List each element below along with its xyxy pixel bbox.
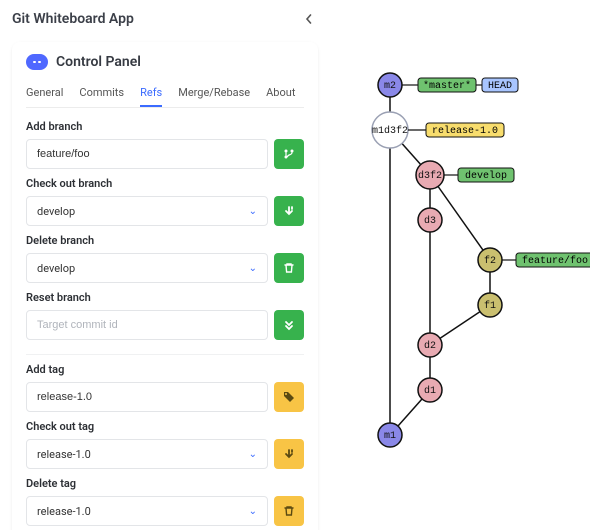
chevron-down-icon: ⌄ [249,506,257,517]
sidebar: Git Whiteboard App Control Panel General… [0,0,330,530]
svg-text:d3: d3 [424,215,436,227]
delete-branch-label: Delete branch [26,234,304,247]
delete-branch-button[interactable] [274,253,304,283]
tab-general[interactable]: General [26,80,63,107]
add-branch-input[interactable] [26,139,268,169]
commit-d3[interactable]: d3 [418,208,442,232]
svg-text:m1: m1 [384,431,396,442]
checkout-branch-button[interactable] [274,196,304,226]
chevron-double-down-icon [283,319,295,331]
delete-tag-button[interactable] [274,496,304,526]
reset-branch-label: Reset branch [26,291,304,304]
delete-branch-select[interactable]: develop ⌄ [26,253,268,283]
add-branch-label: Add branch [26,120,304,133]
svg-text:feature/foo: feature/foo [522,255,588,267]
checkout-tag-select[interactable]: release-1.0 ⌄ [26,439,268,469]
svg-text:*master*: *master* [423,80,471,92]
tab-refs[interactable]: Refs [140,80,162,107]
svg-text:d2: d2 [424,340,436,352]
svg-text:release-1.0: release-1.0 [432,125,498,137]
tab-about[interactable]: About [266,80,295,107]
app-title: Git Whiteboard App [12,11,134,27]
branch-icon [283,148,295,160]
chevron-down-icon: ⌄ [249,263,257,274]
commit-d2[interactable]: d2 [418,333,442,357]
divider [26,354,304,355]
svg-text:d1: d1 [424,385,436,397]
arrow-down-icon [283,448,295,460]
commit-m2[interactable]: m2 [378,73,402,97]
delete-tag-label: Delete tag [26,477,304,490]
chevron-down-icon: ⌄ [249,449,257,460]
panel-badge-icon [26,54,48,70]
svg-text:d3f2: d3f2 [418,170,442,182]
commit-f1[interactable]: f1 [478,293,502,317]
tab-merge-rebase[interactable]: Merge/Rebase [178,80,250,107]
svg-text:develop: develop [465,170,507,182]
ref-chip[interactable]: develop [458,168,514,182]
collapse-sidebar-button[interactable] [300,10,318,28]
ref-chip[interactable]: *master* [418,78,476,92]
arrow-down-icon [283,205,295,217]
graph-canvas[interactable]: m2m1d3f2d3f2d3f2f1d2d1m1*master*HEADrele… [330,0,590,530]
tabs: General Commits Refs Merge/Rebase About [26,80,304,108]
checkout-branch-select[interactable]: develop ⌄ [26,196,268,226]
panel-title: Control Panel [56,54,141,70]
trash-icon [283,262,295,274]
ref-chip[interactable]: feature/foo [516,253,590,267]
commit-m1[interactable]: m1 [378,423,402,447]
delete-tag-select[interactable]: release-1.0 ⌄ [26,496,268,526]
svg-text:HEAD: HEAD [488,81,512,92]
chevron-down-icon: ⌄ [249,206,257,217]
tag-icon [283,391,295,403]
svg-text:m2: m2 [384,81,396,92]
add-tag-label: Add tag [26,363,304,376]
control-panel: Control Panel General Commits Refs Merge/Re… [12,42,318,530]
tab-commits[interactable]: Commits [79,80,124,107]
commit-m1d3f2[interactable]: m1d3f2 [372,112,408,148]
svg-text:f2: f2 [484,255,496,267]
commit-d3f2[interactable]: d3f2 [416,161,444,189]
reset-branch-button[interactable] [274,310,304,340]
commit-d1[interactable]: d1 [418,378,442,402]
checkout-branch-label: Check out branch [26,177,304,190]
ref-chip[interactable]: HEAD [482,78,518,92]
svg-text:m1d3f2: m1d3f2 [372,125,408,137]
svg-text:f1: f1 [484,300,496,312]
commit-f2[interactable]: f2 [478,248,502,272]
add-branch-button[interactable] [274,139,304,169]
reset-branch-input[interactable] [26,310,268,340]
ref-chip[interactable]: release-1.0 [426,123,504,137]
checkout-tag-button[interactable] [274,439,304,469]
checkout-tag-label: Check out tag [26,420,304,433]
add-tag-input[interactable] [26,382,268,412]
add-tag-button[interactable] [274,382,304,412]
trash-icon [283,505,295,517]
